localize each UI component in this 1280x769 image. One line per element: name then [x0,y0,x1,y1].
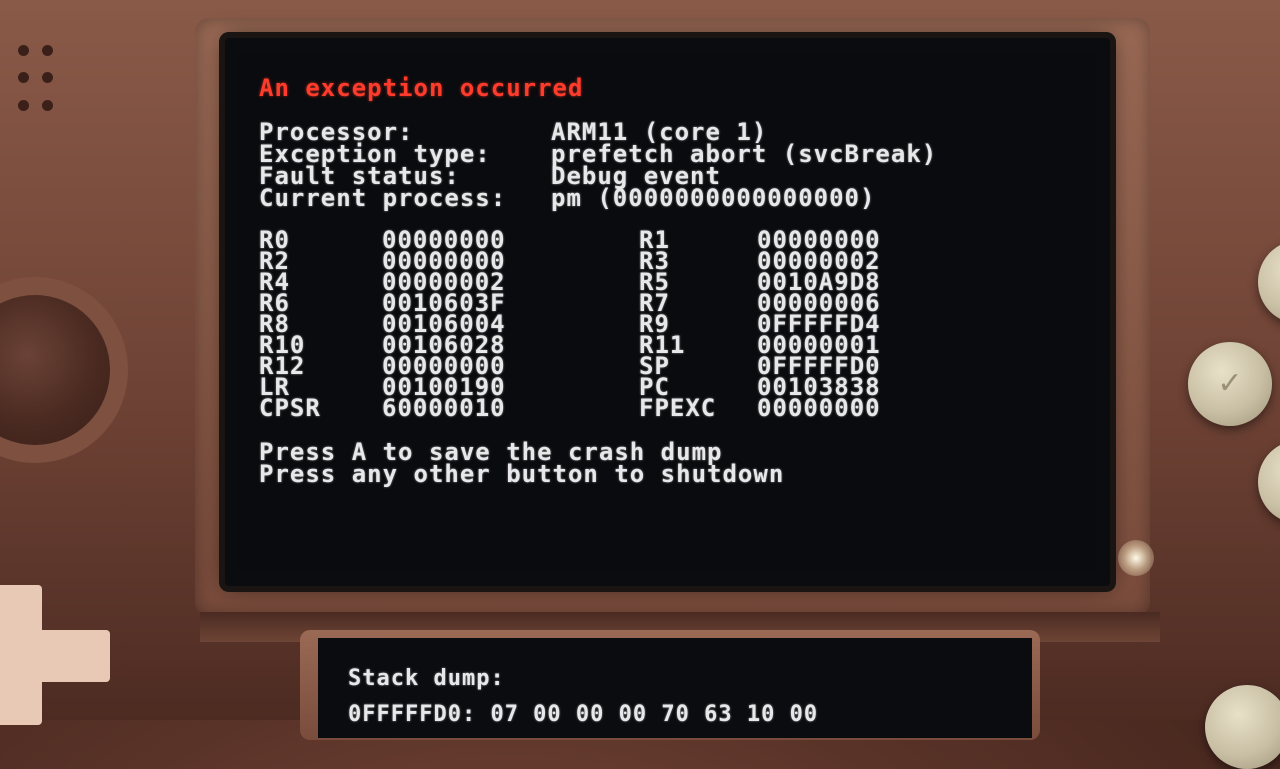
register-name: FPEXC [639,394,717,422]
info-value-current-process: pm (0000000000000000) [551,184,876,212]
exception-title: An exception occurred [259,74,584,102]
register-name: CPSR [259,394,321,422]
a-button-icon[interactable]: ✓ [1188,342,1272,426]
prompt-shutdown: Press any other button to shutdown [259,460,785,488]
register-value: 00000000 [757,394,881,422]
circle-pad-icon[interactable] [0,295,110,445]
stack-dump-title: Stack dump: [348,666,505,691]
console-body: ✓ An exception occurred Processor: ARM11… [0,0,1280,769]
a-button-glyph: ✓ [1217,366,1243,401]
info-label-current-process: Current process: [259,184,507,212]
b-button-icon[interactable] [1258,440,1280,524]
x-button-icon[interactable] [1258,240,1280,324]
stack-dump-line: 0FFFFFD0: 07 00 00 00 70 63 10 00 [348,702,819,727]
bottom-screen: Stack dump: 0FFFFFD0: 07 00 00 00 70 63 … [318,638,1032,738]
register-value: 60000010 [382,394,506,422]
exception-screen: An exception occurred Processor: ARM11 (… [237,52,1097,572]
y-button-icon[interactable] [1205,685,1280,769]
dpad-icon[interactable] [0,585,120,725]
top-screen: An exception occurred Processor: ARM11 (… [225,38,1110,586]
light-glare [1118,540,1154,576]
